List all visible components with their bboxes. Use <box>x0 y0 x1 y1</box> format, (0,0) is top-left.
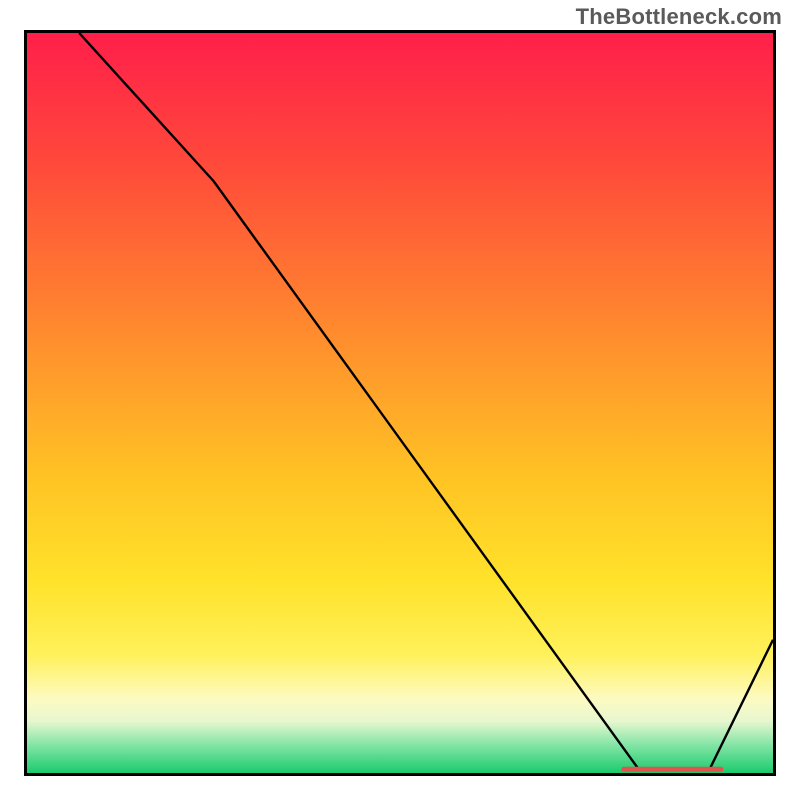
chart-frame: TheBottleneck.com <box>0 0 800 800</box>
watermark-text: TheBottleneck.com <box>576 4 782 30</box>
plot-area <box>24 30 776 776</box>
chart-svg <box>27 33 773 773</box>
bottleneck-curve <box>79 33 773 769</box>
